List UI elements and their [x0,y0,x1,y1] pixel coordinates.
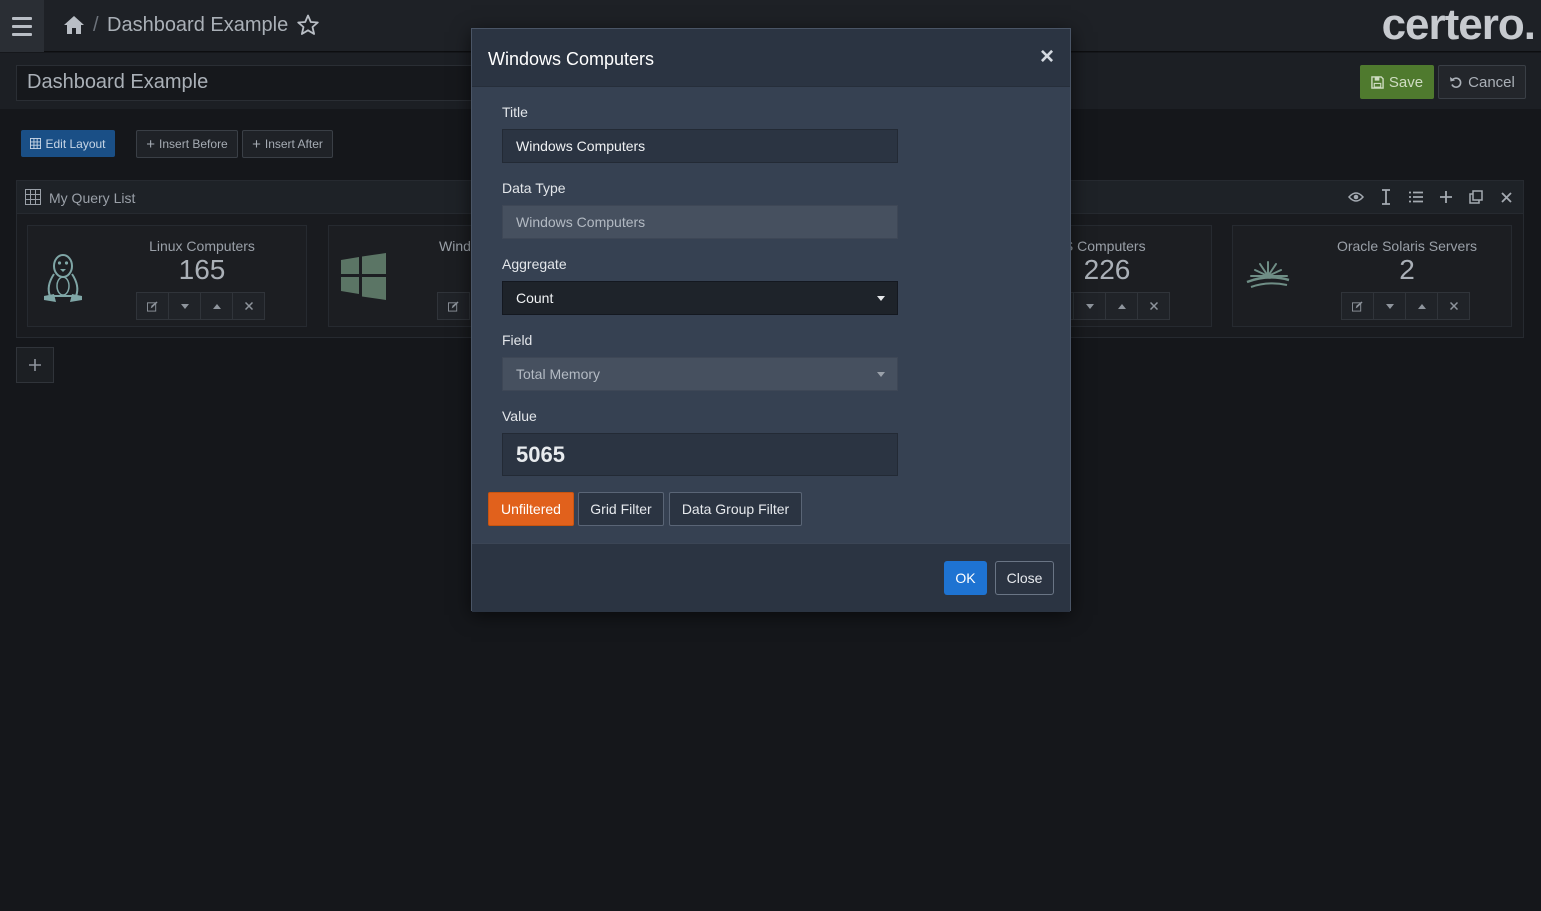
tile-linux-computers: Linux Computers 165 [27,225,307,327]
aggregate-select-value: Count [516,290,554,306]
add-widget-button[interactable] [16,347,54,383]
move-down-icon[interactable] [1073,292,1106,320]
move-up-icon[interactable] [1105,292,1138,320]
solaris-sun-icon [1246,261,1290,288]
edit-layout-button[interactable]: Edit Layout [21,130,115,157]
favorite-star-icon[interactable] [296,13,320,37]
close-button[interactable]: Close [995,561,1054,595]
aggregate-select[interactable]: Count [502,281,898,315]
title-input[interactable]: Windows Computers [502,129,898,163]
undo-icon [1450,77,1462,88]
text-cursor-icon[interactable] [1377,187,1395,207]
save-button[interactable]: Save [1360,65,1434,99]
panel-tools [1347,187,1515,207]
tile-actions [437,292,470,320]
table-icon [30,138,42,149]
cancel-button-label: Cancel [1468,73,1515,91]
windows-logo-icon [341,253,386,300]
widget-settings-modal: Windows Computers × Title Windows Comput… [471,28,1071,612]
remove-icon[interactable] [232,292,265,320]
home-icon[interactable] [62,13,86,37]
remove-icon[interactable] [1137,292,1170,320]
data-type-label: Data Type [502,180,566,196]
field-select: Total Memory [502,357,898,391]
tile-value: 165 [178,254,226,285]
dashboard-title-input[interactable]: Dashboard Example [16,65,476,101]
edit-icon[interactable] [136,292,169,320]
certero-logo: certero. [1381,0,1536,49]
close-icon[interactable]: × [1040,45,1054,69]
edit-layout-label: Edit Layout [45,136,106,151]
tile-actions [1341,292,1470,320]
remove-icon[interactable] [1437,292,1470,320]
plus-icon[interactable] [1437,187,1455,207]
breadcrumb-separator: / [93,14,99,36]
move-up-icon[interactable] [1405,292,1438,320]
tile-actions [136,292,265,320]
hamburger-menu-icon[interactable] [0,0,44,52]
tile-title: Linux Computers [149,238,255,254]
breadcrumb-title: Dashboard Example [107,14,289,36]
linux-penguin-icon [44,254,82,302]
modal-body: Title Windows Computers Data Type Window… [472,87,1070,543]
panel-title: My Query List [49,190,136,206]
tile-title: Oracle Solaris Servers [1336,238,1478,254]
grid-icon [25,189,41,205]
plus-icon [29,359,41,371]
tile-oracle-solaris-servers: Oracle Solaris Servers 2 [1232,225,1512,327]
edit-icon[interactable] [437,292,470,320]
tile-title: Wind [439,238,471,254]
floppy-disk-icon [1371,75,1384,89]
modal-header: Windows Computers × [472,29,1070,87]
title-label: Title [502,104,528,120]
modal-title: Windows Computers [488,49,655,69]
plus-icon: + [146,135,156,153]
aggregate-label: Aggregate [502,256,567,272]
field-select-value: Total Memory [516,366,601,382]
move-down-icon[interactable] [168,292,201,320]
move-up-icon[interactable] [200,292,233,320]
save-button-label: Save [1388,73,1424,91]
chevron-down-icon [877,372,885,377]
field-label: Field [502,332,533,348]
chevron-down-icon [877,296,885,301]
modal-footer: OK Close [472,543,1070,612]
grid-filter-button[interactable]: Grid Filter [578,492,664,526]
tile-value: 2 [1399,254,1415,285]
edit-icon[interactable] [1341,292,1374,320]
insert-before-label: Insert Before [159,137,228,151]
value-label: Value [502,408,537,424]
eye-icon[interactable] [1347,187,1365,207]
close-icon[interactable] [1497,187,1515,207]
insert-after-label: Insert After [264,137,323,151]
move-down-icon[interactable] [1373,292,1406,320]
data-type-input: Windows Computers [502,205,898,239]
unfiltered-button[interactable]: Unfiltered [488,492,574,526]
copy-icon[interactable] [1467,187,1485,207]
cancel-button[interactable]: Cancel [1438,65,1526,99]
insert-after-button[interactable]: + Insert After [242,130,333,158]
data-group-filter-button[interactable]: Data Group Filter [669,492,802,526]
insert-before-button[interactable]: + Insert Before [136,130,238,158]
list-icon[interactable] [1407,187,1425,207]
plus-icon: + [252,135,261,153]
value-display: 5065 [502,433,898,476]
ok-button[interactable]: OK [944,561,987,595]
